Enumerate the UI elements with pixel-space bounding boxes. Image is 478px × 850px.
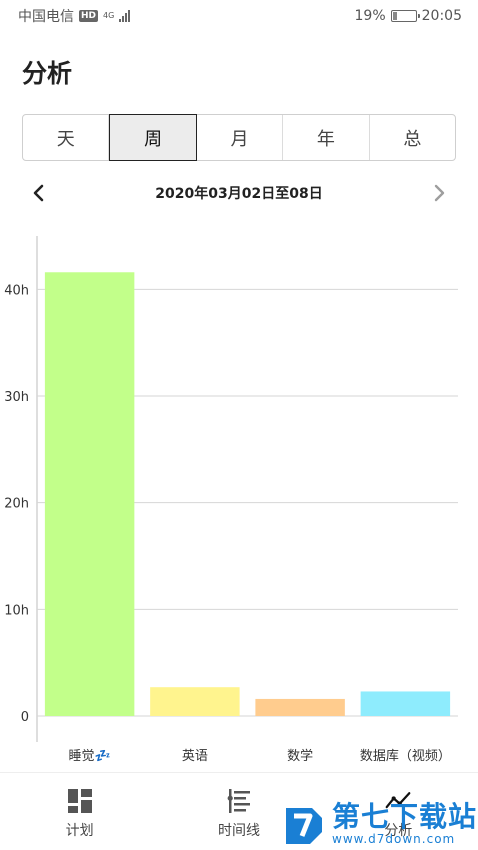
battery-percent: 19% <box>354 8 386 24</box>
tab-month[interactable]: 月 <box>197 115 284 160</box>
battery-icon <box>390 10 420 22</box>
y-tick-label: 30h <box>4 390 29 405</box>
nav-plan[interactable]: 计划 <box>25 788 135 840</box>
date-range-label: 2020年03月02日至08日 <box>155 186 323 202</box>
status-right: 19% 20:05 <box>355 8 462 24</box>
tab-day[interactable]: 天 <box>23 115 110 160</box>
page-title: 分析 <box>22 59 73 88</box>
clock: 20:05 <box>421 8 462 24</box>
status-left: 中国电信 HD 4G <box>18 6 131 26</box>
dashboard-grid-icon <box>67 788 93 814</box>
bar[interactable] <box>44 272 135 716</box>
y-tick-label: 0 <box>21 710 29 725</box>
status-bar: 中国电信 HD 4G 19% 20:05 <box>0 0 478 32</box>
bar[interactable] <box>360 691 451 716</box>
tab-label: 年 <box>316 128 335 150</box>
nav-label: 计划 <box>65 822 94 839</box>
nav-label: 时间线 <box>217 822 260 839</box>
watermark-url: www.d7down.com <box>332 832 456 846</box>
tab-label: 月 <box>230 128 249 150</box>
next-week-button[interactable] <box>422 176 456 210</box>
bar[interactable] <box>255 698 345 716</box>
watermark-title: 第七下载站 <box>332 800 478 833</box>
y-tick-label: 10h <box>4 603 29 618</box>
bar-chart-svg: 0 10h 20h 30h 40h 睡觉💤 英语 数学 数据库（视频） <box>4 236 458 764</box>
date-navigator: 2020年03月02日至08日 <box>22 176 456 210</box>
tab-label: 天 <box>56 128 75 150</box>
network-type: 4G <box>103 11 115 20</box>
tab-label: 周 <box>144 128 163 150</box>
timeline-list-icon <box>226 788 252 814</box>
prev-week-button[interactable] <box>22 176 56 210</box>
x-category-label: 睡觉💤 <box>69 749 111 764</box>
tab-total[interactable]: 总 <box>370 115 455 160</box>
watermark-text: 第七下载站 www.d7down.com <box>332 800 478 847</box>
tab-year[interactable]: 年 <box>283 115 370 160</box>
tab-week[interactable]: 周 <box>109 114 197 161</box>
signal-icon <box>119 10 131 22</box>
chevron-right-icon <box>434 184 445 202</box>
y-tick-label: 20h <box>4 497 29 512</box>
carrier-name: 中国电信 <box>18 9 74 25</box>
x-category-label: 英语 <box>182 749 208 764</box>
period-tabs: 天 周 月 年 总 <box>22 114 456 161</box>
watermark-logo-icon <box>286 808 322 844</box>
x-category-label: 数学 <box>287 748 313 764</box>
tab-label: 总 <box>403 128 422 150</box>
y-tick-label: 40h <box>4 283 29 298</box>
x-category-label: 数据库（视频） <box>360 748 451 764</box>
watermark: 第七下载站 www.d7down.com <box>282 798 478 850</box>
chevron-left-icon <box>33 184 44 202</box>
nav-timeline[interactable]: 时间线 <box>184 788 294 840</box>
bar[interactable] <box>150 687 240 716</box>
hd-badge: HD <box>79 10 99 22</box>
bar-chart: 0 10h 20h 30h 40h 睡觉💤 英语 数学 数据库（视频） <box>0 222 478 772</box>
